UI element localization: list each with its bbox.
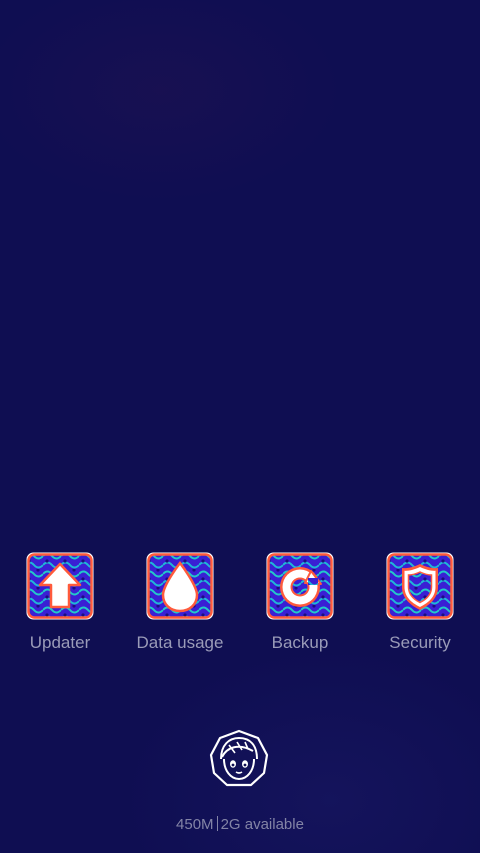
boy-face-icon[interactable] (209, 729, 269, 789)
refresh-circle-icon[interactable] (265, 551, 335, 621)
app-label-backup: Backup (271, 633, 329, 652)
app-label-security: Security (389, 633, 451, 652)
app-data-usage[interactable]: Data usage (120, 550, 240, 660)
home-screen: Updater Data usage Backup Security 450M … (0, 0, 480, 853)
app-label-data-usage: Data usage (136, 633, 224, 652)
app-backup[interactable]: Backup (240, 550, 360, 660)
app-security[interactable]: Security (360, 550, 480, 660)
water-drop-icon[interactable] (145, 551, 215, 621)
storage-available: 2G available (220, 816, 304, 833)
shield-icon[interactable] (385, 551, 455, 621)
storage-status: 450M 2G available (0, 816, 480, 834)
storage-divider (216, 816, 218, 831)
app-row: Updater Data usage Backup Security (0, 550, 480, 660)
app-updater[interactable]: Updater (0, 550, 120, 660)
storage-used: 450M (176, 816, 214, 833)
upload-arrow-icon[interactable] (25, 551, 95, 621)
app-label-updater: Updater (29, 633, 91, 652)
